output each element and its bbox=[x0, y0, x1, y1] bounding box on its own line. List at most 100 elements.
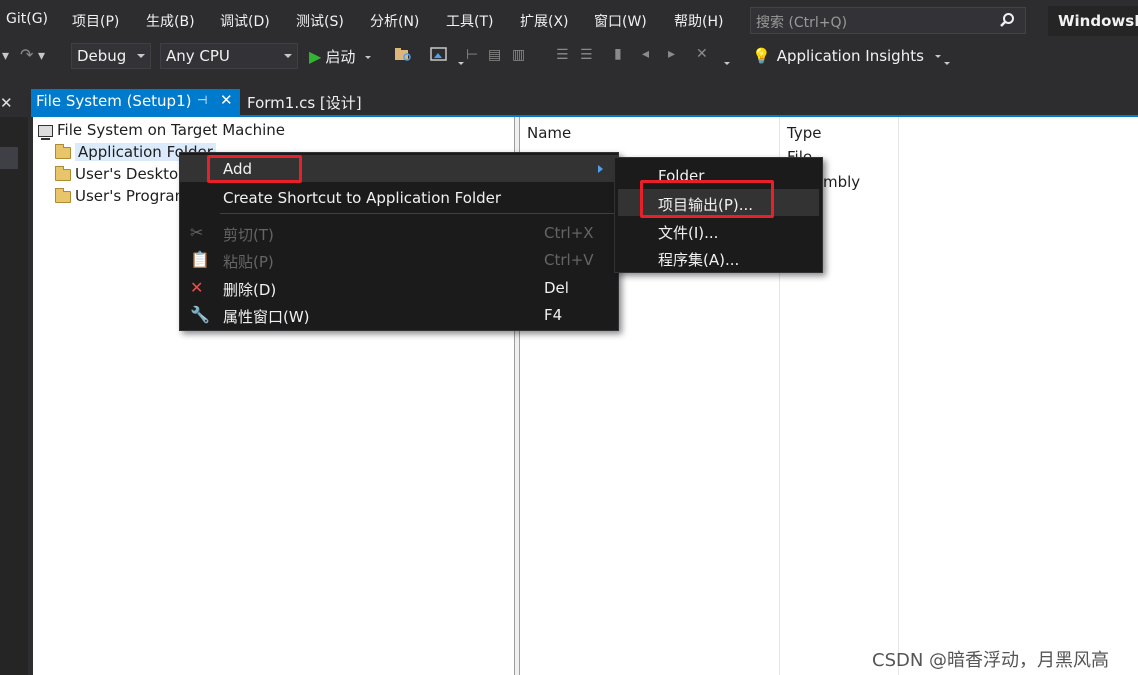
menu-item-label: 项目输出(P)... bbox=[658, 196, 754, 214]
bookmark-icon: ▮ bbox=[614, 46, 622, 62]
tree-root-label: File System on Target Machine bbox=[57, 121, 285, 139]
chevron-down-icon bbox=[934, 55, 941, 58]
tree-item-label: User's Program bbox=[75, 187, 190, 205]
menu-item-label: 属性窗口(W) bbox=[223, 308, 310, 326]
menu-item-shortcut: Del bbox=[544, 279, 569, 297]
column-header-type[interactable]: Type bbox=[787, 124, 821, 142]
menu-item-add[interactable]: Add bbox=[180, 155, 618, 182]
menu-build[interactable]: 生成(B) bbox=[146, 11, 195, 31]
menu-item-delete[interactable]: ✕ 删除(D) Del bbox=[180, 274, 618, 301]
column-header-name[interactable]: Name bbox=[527, 124, 571, 142]
submenu-item-assembly[interactable]: 程序集(A)... bbox=[618, 244, 819, 271]
menu-debug[interactable]: 调试(D) bbox=[220, 11, 270, 31]
menu-item-label: Folder bbox=[658, 167, 705, 185]
menu-item-create-shortcut[interactable]: Create Shortcut to Application Folder bbox=[180, 184, 618, 211]
close-tab-icon[interactable]: ✕ bbox=[220, 91, 233, 109]
toolbar: ▾ ↷ ▾ Debug Any CPU ▶ 启动 ⊢ ▤ ▥ ☰ ☰ ▮ ◂ ▸ … bbox=[0, 40, 1138, 74]
tab-form1-designer[interactable]: Form1.cs [设计] bbox=[247, 92, 362, 113]
tree-item-users-desktop[interactable]: User's Desktop bbox=[55, 165, 188, 183]
align-left-icon: ▤ bbox=[488, 47, 502, 63]
menu-item-paste: 📋 粘贴(P) Ctrl+V bbox=[180, 246, 618, 273]
chevron-down-icon bbox=[365, 56, 372, 59]
folder-icon bbox=[55, 165, 71, 181]
submenu-item-folder[interactable]: Folder bbox=[618, 162, 819, 189]
menu-item-shortcut: F4 bbox=[544, 306, 563, 324]
browser-icon[interactable] bbox=[430, 46, 448, 66]
add-submenu: Folder 项目输出(P)... 文件(I)... 程序集(A)... bbox=[614, 157, 823, 273]
next-bookmark-icon: ▸ bbox=[668, 46, 676, 62]
folder-icon bbox=[55, 143, 71, 159]
menu-bar: Git(G) 项目(P) 生成(B) 调试(D) 测试(S) 分析(N) 工具(… bbox=[0, 0, 1138, 40]
redo-icon[interactable]: ↷ bbox=[20, 45, 33, 64]
menu-tools[interactable]: 工具(T) bbox=[446, 11, 493, 31]
configuration-dropdown[interactable]: Debug bbox=[71, 43, 151, 69]
align-right-icon: ▥ bbox=[512, 47, 526, 63]
chevron-down-icon bbox=[284, 54, 292, 58]
tree-root[interactable]: File System on Target Machine bbox=[38, 121, 285, 140]
paste-icon: 📋 bbox=[190, 250, 210, 269]
close-icon[interactable]: ✕ bbox=[0, 94, 13, 112]
watermark: CSDN @暗香浮动，月黑风高 bbox=[872, 650, 1110, 671]
menu-item-shortcut: Ctrl+V bbox=[544, 251, 594, 269]
menu-item-label: 剪切(T) bbox=[223, 226, 274, 244]
application-insights-label: Application Insights bbox=[776, 47, 924, 65]
menu-item-cut: ✂ 剪切(T) Ctrl+X bbox=[180, 219, 618, 246]
redo-dropdown-icon[interactable]: ▾ bbox=[38, 48, 45, 64]
chevron-down-icon[interactable] bbox=[458, 62, 464, 65]
menu-item-label: 粘贴(P) bbox=[223, 253, 274, 271]
column-divider[interactable] bbox=[898, 117, 899, 675]
tab-file-system-label: File System (Setup1) bbox=[36, 92, 192, 110]
submenu-item-project-output[interactable]: 项目输出(P)... bbox=[618, 189, 819, 216]
list-cell-type: mbly bbox=[823, 173, 861, 191]
configuration-value: Debug bbox=[77, 47, 127, 65]
submenu-arrow-icon bbox=[598, 165, 603, 173]
solution-name: WindowsF bbox=[1048, 6, 1138, 36]
platform-dropdown[interactable]: Any CPU bbox=[160, 43, 298, 69]
menu-item-label: 文件(I)... bbox=[658, 224, 719, 242]
search-placeholder: 搜索 (Ctrl+Q) bbox=[756, 15, 848, 31]
comment-icon: ☰ bbox=[556, 47, 569, 63]
platform-value: Any CPU bbox=[166, 47, 230, 65]
menu-test[interactable]: 测试(S) bbox=[296, 11, 344, 31]
menu-window[interactable]: 窗口(W) bbox=[594, 11, 647, 31]
menu-separator bbox=[220, 213, 614, 214]
folder-icon bbox=[55, 187, 71, 203]
pin-icon[interactable]: ⊣ bbox=[197, 93, 207, 107]
wrench-icon: 🔧 bbox=[190, 305, 210, 324]
scissors-icon: ✂ bbox=[190, 223, 204, 242]
undo-dropdown-icon[interactable]: ▾ bbox=[2, 48, 9, 64]
menu-item-label: 删除(D) bbox=[223, 281, 277, 299]
chevron-down-icon[interactable] bbox=[724, 62, 730, 65]
search-input[interactable]: 搜索 (Ctrl+Q) bbox=[750, 7, 1026, 34]
lightbulb-icon: 💡 bbox=[752, 47, 771, 65]
step-icon: ⊢ bbox=[466, 47, 479, 63]
prev-bookmark-icon: ◂ bbox=[642, 46, 650, 62]
menu-item-label: Add bbox=[223, 160, 253, 178]
search-icon[interactable] bbox=[999, 12, 1015, 32]
menu-project[interactable]: 项目(P) bbox=[72, 11, 119, 31]
context-menu: Add Create Shortcut to Application Folde… bbox=[179, 152, 619, 331]
delete-icon: ✕ bbox=[190, 278, 204, 297]
tree-item-users-programs[interactable]: User's Program bbox=[55, 187, 189, 205]
computer-icon bbox=[38, 124, 53, 140]
menu-item-label: Create Shortcut to Application Folder bbox=[223, 189, 502, 207]
start-button[interactable]: ▶ 启动 bbox=[309, 46, 372, 67]
clear-bookmarks-icon: ✕ bbox=[696, 46, 708, 62]
menu-item-label: 程序集(A)... bbox=[658, 251, 740, 269]
tree-item-label: User's Desktop bbox=[75, 165, 188, 183]
menu-item-properties[interactable]: 🔧 属性窗口(W) F4 bbox=[180, 301, 618, 328]
submenu-item-file[interactable]: 文件(I)... bbox=[618, 217, 819, 244]
menu-analyze[interactable]: 分析(N) bbox=[370, 11, 419, 31]
start-label: 启动 bbox=[325, 48, 356, 66]
chevron-down-icon bbox=[137, 54, 145, 58]
uncomment-icon: ☰ bbox=[580, 47, 593, 63]
open-folder-icon[interactable] bbox=[394, 46, 412, 66]
menu-git[interactable]: Git(G) bbox=[6, 11, 48, 27]
application-insights-button[interactable]: 💡 Application Insights bbox=[752, 47, 941, 65]
collapsed-panel-tab[interactable] bbox=[0, 147, 18, 169]
play-icon: ▶ bbox=[309, 47, 322, 66]
menu-help[interactable]: 帮助(H) bbox=[674, 11, 723, 31]
tab-file-system[interactable]: File System (Setup1) ⊣ ✕ bbox=[31, 89, 240, 115]
overflow-chevron-icon[interactable] bbox=[944, 62, 950, 65]
menu-extensions[interactable]: 扩展(X) bbox=[520, 11, 569, 31]
